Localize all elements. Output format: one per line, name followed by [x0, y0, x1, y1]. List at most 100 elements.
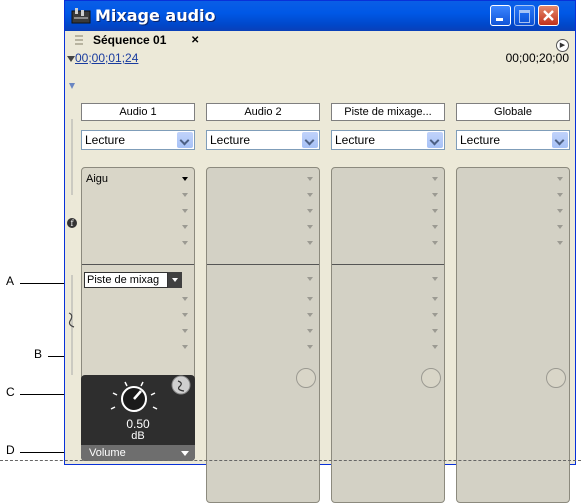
- current-time-display[interactable]: 00;00;01;24: [75, 51, 138, 65]
- dropdown-arrow-icon[interactable]: [432, 209, 438, 213]
- dropdown-arrow-icon[interactable]: [557, 241, 563, 245]
- chevron-down-icon[interactable]: [552, 132, 568, 148]
- effect-slot-5[interactable]: [211, 236, 315, 250]
- send-slot-2[interactable]: [86, 292, 190, 306]
- track-name[interactable]: Piste de mixage...: [331, 103, 445, 121]
- send-dropdown-arrow-icon[interactable]: [168, 272, 182, 288]
- effect-slot-2[interactable]: [211, 188, 315, 202]
- dropdown-arrow-icon[interactable]: [307, 277, 313, 281]
- send-knob-slot[interactable]: [546, 368, 566, 388]
- dropdown-arrow-icon[interactable]: [557, 209, 563, 213]
- send-slot-3[interactable]: [336, 308, 440, 322]
- dropdown-arrow-icon[interactable]: [182, 177, 188, 181]
- dropdown-arrow-icon[interactable]: [307, 329, 313, 333]
- automation-mode-select[interactable]: Lecture: [81, 130, 195, 150]
- effect-slot-5[interactable]: [461, 236, 565, 250]
- send-slot-5[interactable]: [86, 340, 190, 354]
- effect-slot-2[interactable]: [461, 188, 565, 202]
- effect-slot-1[interactable]: [336, 172, 440, 186]
- track-name[interactable]: Globale: [456, 103, 570, 121]
- dropdown-arrow-icon[interactable]: [307, 177, 313, 181]
- chevron-down-icon[interactable]: [302, 132, 318, 148]
- dropdown-arrow-icon[interactable]: [557, 193, 563, 197]
- tab-grip[interactable]: [75, 35, 83, 47]
- maximize-button[interactable]: [514, 5, 535, 26]
- dropdown-arrow-icon[interactable]: [557, 225, 563, 229]
- chevron-down-icon[interactable]: [427, 132, 443, 148]
- tab-close-icon[interactable]: ✕: [191, 36, 199, 46]
- effect-slot-3[interactable]: [211, 204, 315, 218]
- track-column-audio-2: Audio 2 Lecture: [206, 75, 320, 503]
- window-title: Mixage audio: [95, 6, 216, 25]
- dropdown-arrow-icon[interactable]: [182, 209, 188, 213]
- minimize-button[interactable]: [490, 5, 511, 26]
- dropdown-arrow-icon[interactable]: [307, 225, 313, 229]
- dropdown-arrow-icon[interactable]: [307, 241, 313, 245]
- automation-mode-select[interactable]: Lecture: [456, 130, 570, 150]
- send-knob-slot[interactable]: [296, 368, 316, 388]
- dropdown-arrow-icon[interactable]: [182, 313, 188, 317]
- dropdown-arrow-icon[interactable]: [307, 345, 313, 349]
- send-slot-2[interactable]: [211, 292, 315, 306]
- dropdown-arrow-icon[interactable]: [557, 177, 563, 181]
- effect-slot-2[interactable]: [86, 188, 190, 202]
- close-button[interactable]: [538, 5, 559, 26]
- track-name[interactable]: Audio 1: [81, 103, 195, 121]
- dropdown-arrow-icon[interactable]: [432, 345, 438, 349]
- tab-sequence[interactable]: Séquence 01 ✕: [71, 33, 199, 49]
- send-slot-5[interactable]: [336, 340, 440, 354]
- dropdown-arrow-icon[interactable]: [432, 329, 438, 333]
- send-assignment-select[interactable]: Piste de mixag: [84, 272, 168, 288]
- send-slot-1[interactable]: [211, 272, 315, 286]
- send-slot-5[interactable]: [211, 340, 315, 354]
- effect-slot-1[interactable]: [211, 172, 315, 186]
- track-name[interactable]: Audio 2: [206, 103, 320, 121]
- effect-slot-4[interactable]: [211, 220, 315, 234]
- send-slot-2[interactable]: [336, 292, 440, 306]
- effect-slot-3[interactable]: [461, 204, 565, 218]
- dropdown-arrow-icon[interactable]: [182, 241, 188, 245]
- dropdown-arrow-icon[interactable]: [432, 313, 438, 317]
- dropdown-arrow-icon[interactable]: [182, 345, 188, 349]
- send-slot-4[interactable]: [86, 324, 190, 338]
- send-slot-4[interactable]: [211, 324, 315, 338]
- send-slot-1[interactable]: [336, 272, 440, 286]
- dropdown-arrow-icon[interactable]: [307, 313, 313, 317]
- dropdown-arrow-icon[interactable]: [182, 225, 188, 229]
- time-row: 00;00;01;24 00;00;20;00: [65, 49, 575, 69]
- send-slot-3[interactable]: [211, 308, 315, 322]
- effect-slot-4[interactable]: [461, 220, 565, 234]
- dropdown-arrow-icon[interactable]: [182, 193, 188, 197]
- automation-mode-select[interactable]: Lecture: [206, 130, 320, 150]
- send-knob-slot[interactable]: [421, 368, 441, 388]
- dropdown-arrow-icon[interactable]: [432, 277, 438, 281]
- dropdown-arrow-icon[interactable]: [432, 177, 438, 181]
- dropdown-arrow-icon[interactable]: [182, 297, 188, 301]
- effect-slot-3[interactable]: [336, 204, 440, 218]
- title-bar[interactable]: Mixage audio: [65, 1, 575, 31]
- mode-value: Lecture: [85, 133, 126, 147]
- automation-mode-select[interactable]: Lecture: [331, 130, 445, 150]
- dropdown-arrow-icon[interactable]: [432, 225, 438, 229]
- send-slot-4[interactable]: [336, 324, 440, 338]
- effect-slot-5[interactable]: [86, 236, 190, 250]
- chevron-down-icon[interactable]: [177, 132, 193, 148]
- dropdown-arrow-icon[interactable]: [182, 329, 188, 333]
- effect-slot-3[interactable]: [86, 204, 190, 218]
- dropdown-arrow-icon[interactable]: [432, 193, 438, 197]
- effect-slot-4[interactable]: [336, 220, 440, 234]
- chevron-down-icon: [69, 83, 75, 89]
- mode-value: Lecture: [460, 133, 501, 147]
- dropdown-arrow-icon[interactable]: [432, 297, 438, 301]
- dropdown-arrow-icon[interactable]: [307, 193, 313, 197]
- effect-slot-1[interactable]: Aigu: [86, 172, 190, 186]
- effect-slot-2[interactable]: [336, 188, 440, 202]
- dropdown-arrow-icon[interactable]: [307, 209, 313, 213]
- dropdown-arrow-icon[interactable]: [307, 297, 313, 301]
- effect-slot-4[interactable]: [86, 220, 190, 234]
- dropdown-arrow-icon[interactable]: [432, 241, 438, 245]
- send-slot-3[interactable]: [86, 308, 190, 322]
- effect-slot-1[interactable]: [461, 172, 565, 186]
- send-property-menu[interactable]: Volume: [81, 445, 195, 461]
- effect-slot-5[interactable]: [336, 236, 440, 250]
